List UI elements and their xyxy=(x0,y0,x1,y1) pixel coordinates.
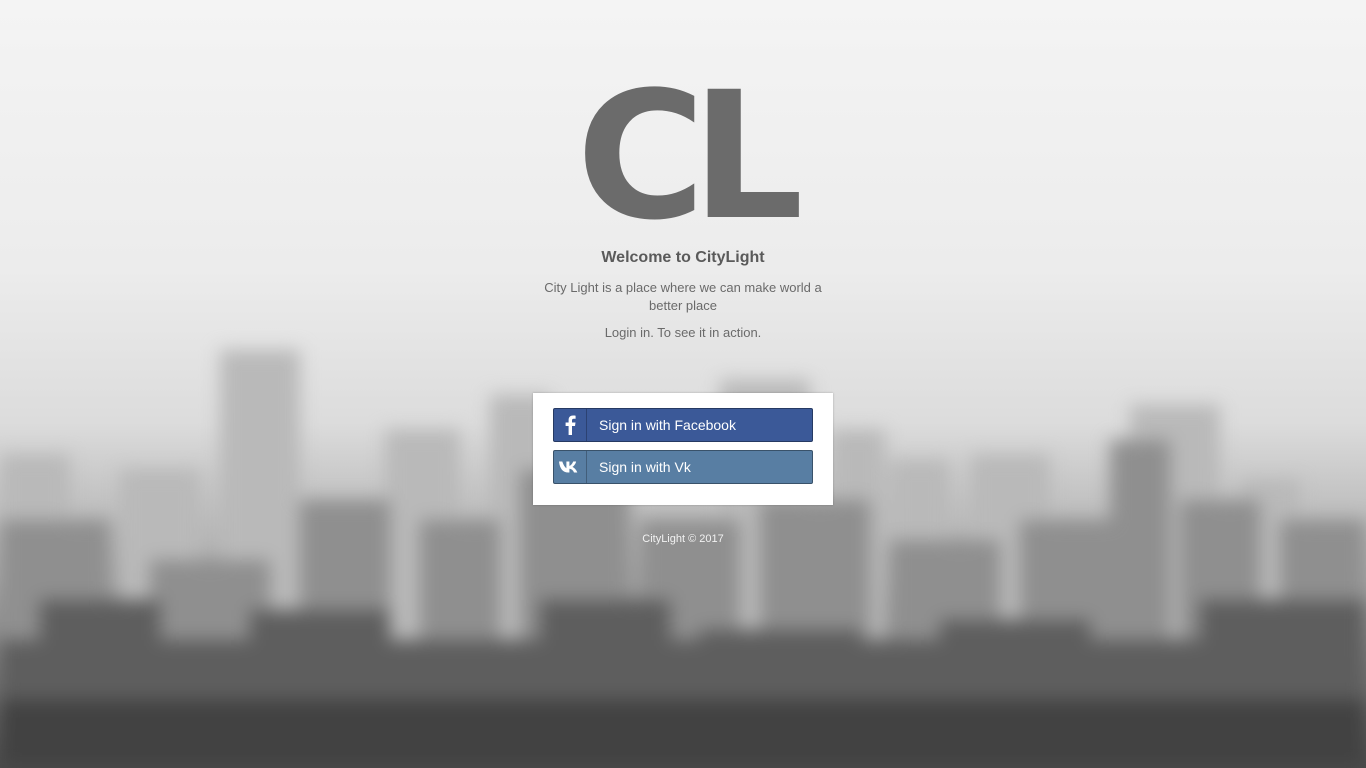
intro-description: City Light is a place where we can make … xyxy=(544,280,822,313)
login-page: CL Welcome to CityLight City Light is a … xyxy=(0,0,1366,768)
footer-copyright: CityLight © 2017 xyxy=(642,533,724,545)
login-prompt: Login in. To see it in action. xyxy=(604,325,762,340)
vk-icon xyxy=(554,451,587,483)
login-panel: Sign in with Facebook Sign in with Vk xyxy=(533,393,833,505)
sign-in-vk-button[interactable]: Sign in with Vk xyxy=(553,450,813,484)
sign-in-facebook-button[interactable]: Sign in with Facebook xyxy=(553,408,813,442)
citylight-logo: CL xyxy=(576,54,803,259)
page-title: Welcome to CityLight xyxy=(601,249,765,266)
vk-button-label: Sign in with Vk xyxy=(599,459,691,475)
facebook-button-label: Sign in with Facebook xyxy=(599,417,736,433)
facebook-icon xyxy=(554,409,587,441)
